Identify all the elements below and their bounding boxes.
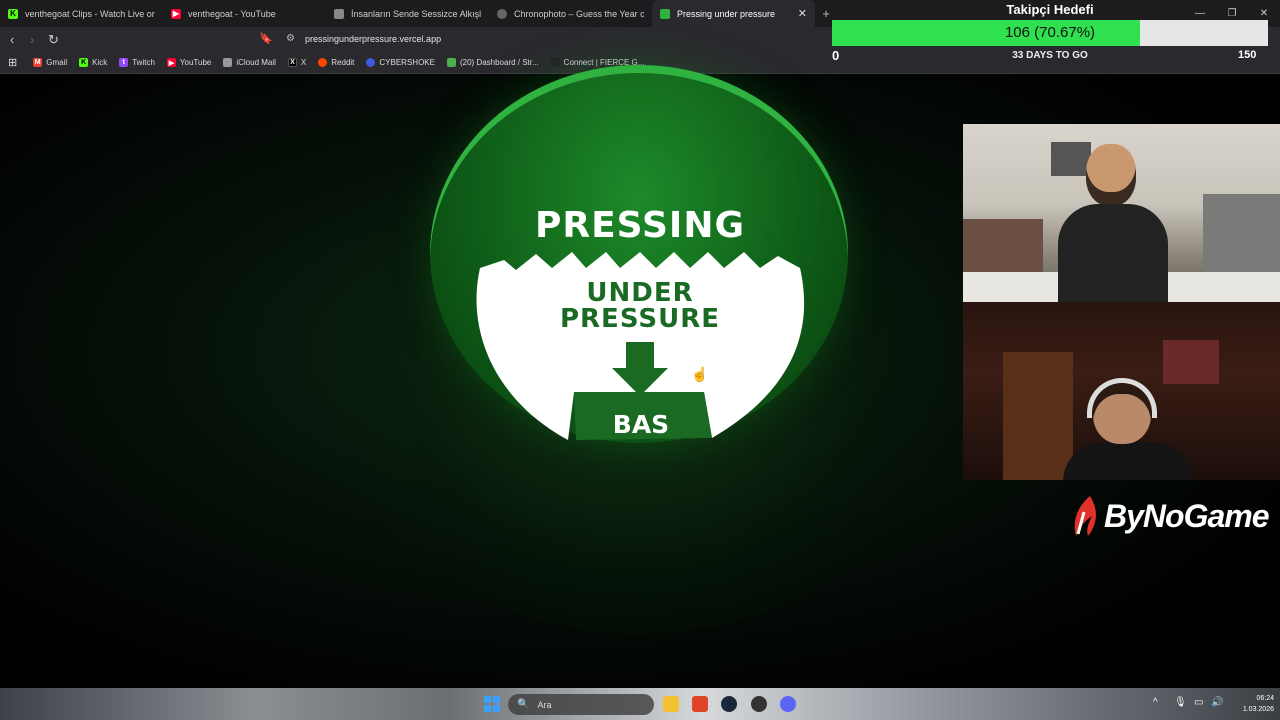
headset-icon — [1087, 378, 1157, 418]
bookmark-label: (20) Dashboard / Str... — [459, 58, 539, 67]
tab-title: venthegoat - YouTube — [188, 8, 276, 19]
search-placeholder: Ara — [537, 699, 552, 710]
wall-poster — [1163, 340, 1219, 384]
tab-title: Chronophoto – Guess the Year of the — [514, 8, 644, 19]
tab-insanlarin[interactable]: İnsanların Sende Sessizce Alkışladığı — [326, 0, 489, 27]
youtube-icon: ▶ — [166, 58, 176, 67]
kick-icon: K — [79, 58, 89, 67]
windows-start-icon[interactable] — [484, 696, 500, 712]
clock-date: 1.03.2026 — [1242, 706, 1274, 713]
site-info-icon[interactable]: ⚙ — [286, 33, 295, 44]
close-tab-icon[interactable]: ✕ — [798, 7, 807, 20]
kick-icon: K — [8, 8, 18, 19]
wardrobe-door — [1003, 352, 1073, 480]
twitch-icon: t — [119, 58, 129, 67]
bookmark-label: YouTube — [179, 58, 212, 67]
site-icon — [334, 8, 344, 19]
goal-max-label: 150 — [1238, 49, 1257, 61]
bynogame-mark-icon — [1074, 496, 1096, 536]
apple-icon — [223, 58, 233, 67]
bookmark-label: Twitch — [132, 58, 155, 67]
bookmark-twitch[interactable]: t Twitch — [119, 58, 155, 67]
bookmark-gmail[interactable]: M Gmail — [33, 58, 67, 67]
goal-title: Takipçi Hedefi — [1006, 2, 1094, 17]
tab-youtube[interactable]: ▶ venthegoat - YouTube — [163, 0, 326, 27]
bookmark-x[interactable]: XX — [287, 58, 307, 67]
dashboard-icon — [446, 58, 456, 67]
bookmark-label: Gmail — [46, 58, 68, 67]
taskbar-clock[interactable]: 06:24 1.03.2026 — [1226, 693, 1274, 715]
volume-icon[interactable]: 🔊 — [1211, 697, 1223, 708]
gmail-icon: M — [33, 58, 43, 67]
bookmark-label: X — [300, 58, 307, 67]
discord-icon[interactable] — [780, 696, 796, 712]
streamer-1-head — [1086, 144, 1136, 206]
game-subtitle-line1: UNDER — [586, 278, 694, 308]
steam-icon[interactable] — [721, 696, 737, 712]
game-subtitle: UNDER PRESSURE — [494, 280, 786, 332]
bookmark-kick[interactable]: K Kick — [79, 58, 107, 67]
cybershoke-icon — [366, 58, 376, 67]
arrow-stem — [626, 342, 654, 372]
search-icon: 🔍 — [517, 699, 530, 710]
tab-title: Pressing under pressure — [677, 8, 776, 19]
streamer-1-body — [1058, 204, 1168, 302]
app-icon[interactable] — [751, 696, 767, 712]
tab-title: venthegoat Clips - Watch Live on Kick — [25, 8, 155, 19]
chronophoto-icon — [497, 8, 507, 19]
webcam-feed-1 — [963, 124, 1280, 302]
network-icon[interactable]: ▭ — [1194, 697, 1203, 708]
game-subtitle-line2: PRESSURE — [559, 304, 720, 334]
bed — [963, 219, 1043, 279]
screen: K venthegoat Clips - Watch Live on Kick … — [0, 0, 1280, 720]
webcam-feed-2 — [963, 302, 1280, 480]
clock-time: 06:24 — [1256, 695, 1274, 702]
apps-grid-icon[interactable]: ⊞ — [8, 56, 17, 69]
goal-progress-bar: 106 (70.67%) — [832, 20, 1268, 46]
streamer-2-body — [1063, 442, 1193, 480]
tab-title: İnsanların Sende Sessizce Alkışladığı — [351, 8, 481, 19]
press-button-label[interactable]: BAS — [580, 410, 702, 439]
bookmark-icon[interactable]: 🔖 — [259, 32, 273, 45]
brave-browser-icon[interactable] — [692, 696, 708, 712]
bynogame-logo: ByNoGame — [1070, 494, 1269, 538]
tab-chronophoto[interactable]: Chronophoto – Guess the Year of the — [489, 0, 652, 27]
tray-overflow-icon[interactable]: ^ — [1153, 697, 1158, 708]
reddit-icon — [318, 58, 328, 67]
bookmark-label: iCloud Mail — [236, 58, 276, 67]
file-explorer-icon[interactable] — [663, 696, 679, 712]
back-icon[interactable]: ‹ — [10, 32, 14, 47]
forward-icon[interactable]: › — [30, 32, 34, 47]
bookmark-cybershoke[interactable]: CYBERSHOKE — [366, 58, 435, 67]
hand-cursor-icon: ☝ — [691, 366, 709, 382]
game-title: PRESSING — [534, 205, 745, 246]
fierce-icon — [550, 58, 560, 67]
x-icon: X — [287, 58, 297, 67]
bookmark-youtube[interactable]: ▶ YouTube — [166, 58, 212, 67]
streamer-1 — [1058, 144, 1168, 302]
brand-name: ByNoGame — [1104, 497, 1269, 534]
bookmark-label: Reddit — [331, 58, 355, 67]
tab-kick-clips[interactable]: K venthegoat Clips - Watch Live on Kick — [0, 0, 163, 27]
bookmark-label: CYBERSHOKE — [379, 58, 435, 67]
bookmark-icloud[interactable]: iCloud Mail — [223, 58, 276, 67]
taskbar-search[interactable]: 🔍 Ara — [508, 694, 654, 715]
tab-pressing-under-pressure[interactable]: Pressing under pressure ✕ — [652, 0, 815, 27]
youtube-icon: ▶ — [171, 8, 181, 19]
follower-goal-widget: Takipçi Hedefi 106 (70.67%) 0 33 DAYS TO… — [832, 0, 1280, 70]
taskbar: 🔍 Ara ^ 🎙 ▭ 🔊 06:24 1.03.2026 — [0, 688, 1280, 720]
page-icon — [660, 8, 670, 19]
microphone-icon[interactable]: 🎙 — [1174, 697, 1187, 708]
goal-days-remaining: 33 DAYS TO GO — [1012, 50, 1088, 61]
url-field[interactable]: pressingunderpressure.vercel.app — [305, 34, 441, 44]
bookmark-dashboard[interactable]: (20) Dashboard / Str... — [446, 58, 539, 67]
goal-value: 106 (70.67%) — [1004, 24, 1096, 41]
bookmark-label: Kick — [92, 58, 108, 67]
reload-icon[interactable]: ↻ — [48, 32, 59, 48]
bookmark-reddit[interactable]: Reddit — [318, 58, 354, 67]
